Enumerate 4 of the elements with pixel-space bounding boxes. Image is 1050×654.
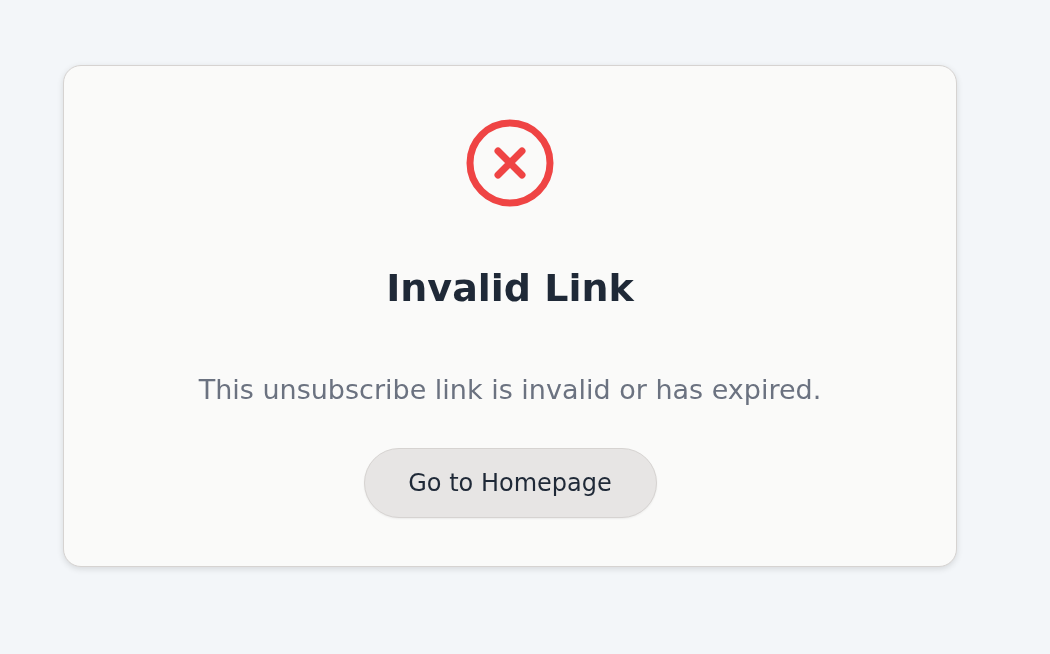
error-x-icon [466, 119, 554, 207]
go-to-homepage-button[interactable]: Go to Homepage [363, 448, 657, 518]
error-title: Invalid Link [386, 265, 634, 312]
error-message: This unsubscribe link is invalid or has expired. [198, 373, 822, 407]
